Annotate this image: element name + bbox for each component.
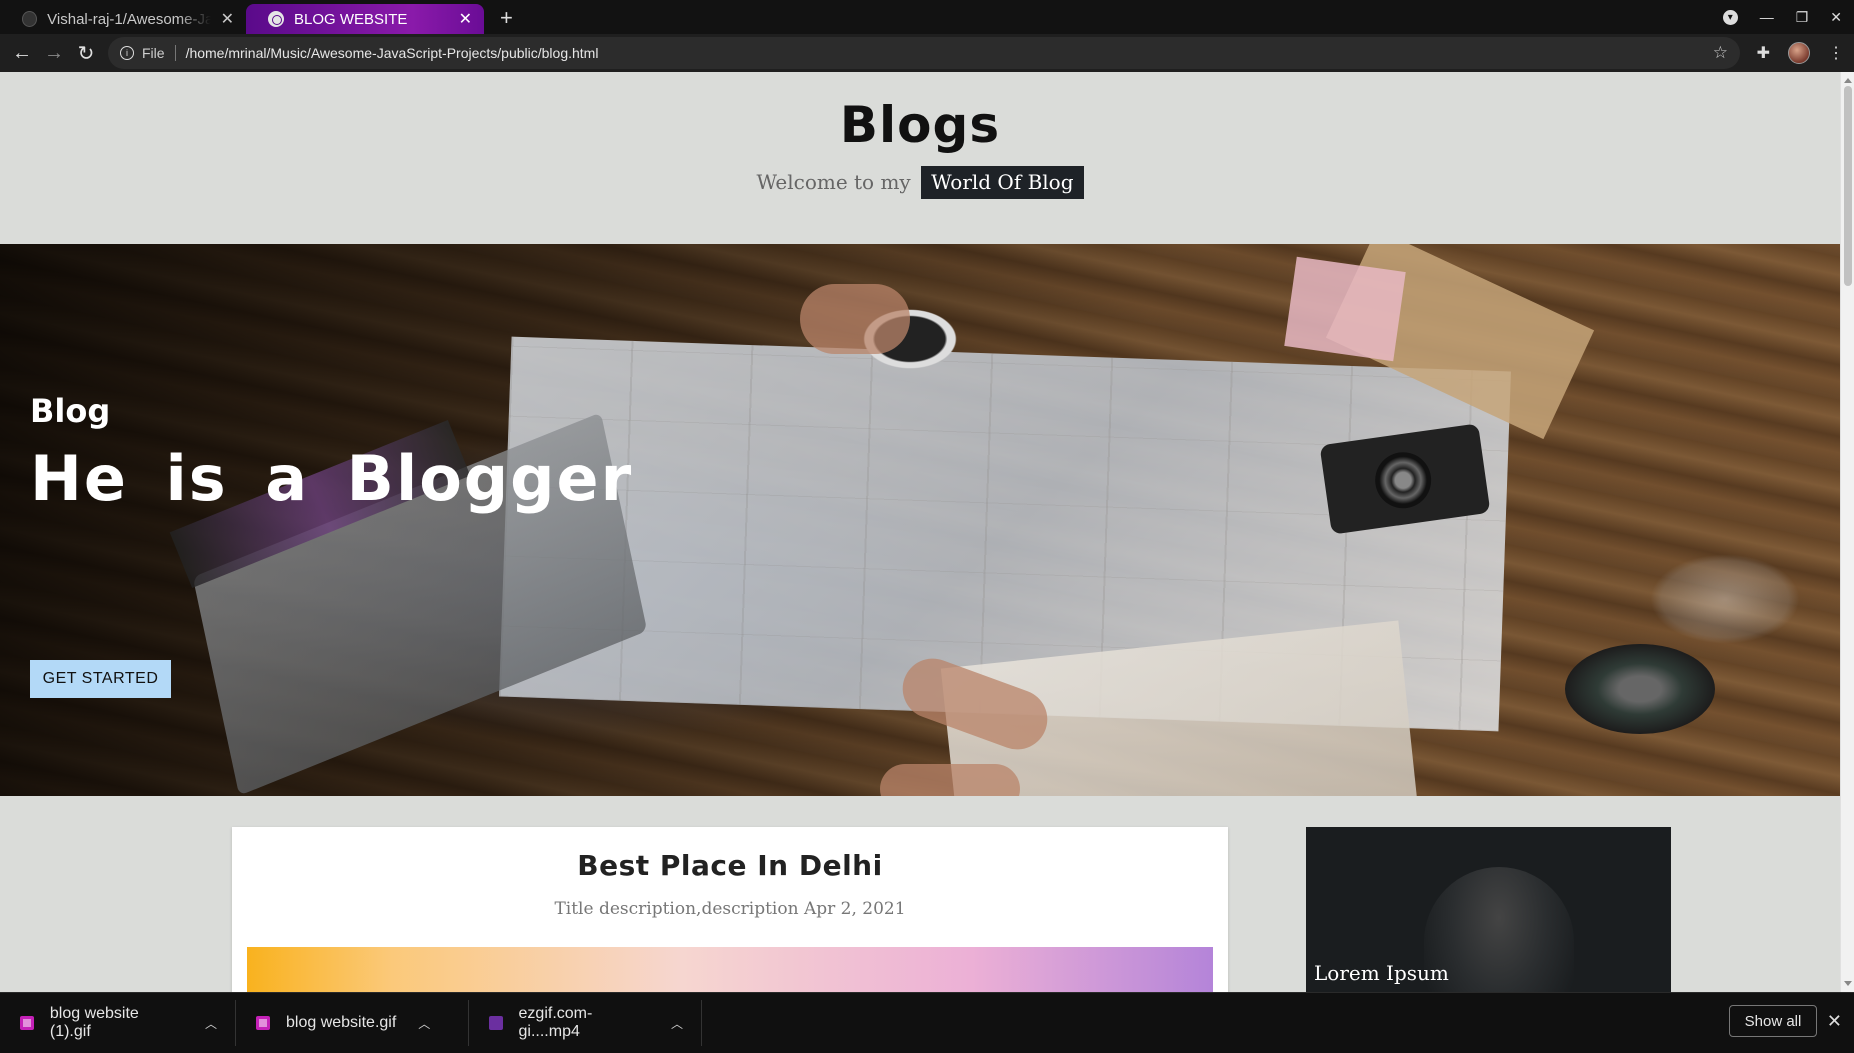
page-viewport: Blogs Welcome to my World Of Blog Blog H… [0,72,1854,992]
forward-arrow-icon[interactable]: → [38,42,70,65]
get-started-button[interactable]: GET STARTED [30,660,171,698]
minimize-icon[interactable]: — [1760,9,1774,25]
hero-glass-image [1650,554,1800,644]
page-title: Blogs [839,96,1001,154]
globe-icon [268,11,284,27]
video-file-icon [489,1016,503,1030]
tab-close-icon[interactable]: ✕ [459,9,472,29]
gif-file-icon [256,1016,270,1030]
hero-hand-image [800,284,910,354]
post-meta: Title description,description Apr 2, 202… [554,899,906,919]
window-controls: ▾ — ❐ ✕ [1722,0,1854,34]
subtitle-prefix: Welcome to my [756,170,911,194]
post-title[interactable]: Best Place In Delhi [232,849,1228,882]
downloads-shelf: blog website (1).gif ︿ blog website.gif … [0,992,1854,1053]
scroll-up-arrow-icon[interactable] [1844,78,1852,83]
tab-title: Vishal-raj-1/Awesome-JavaScript-Projects [47,10,211,28]
blog-post-card: Best Place In Delhi Title description,de… [232,827,1228,992]
tab-close-icon[interactable]: ✕ [221,9,234,29]
tab-title: BLOG WEBSITE [294,10,408,28]
sidebar-card-caption: Lorem Ipsum [1314,961,1449,985]
menu-kebab-icon[interactable]: ⋮ [1828,43,1844,63]
browser-toolbar: ← → ↻ i File /home/mrinal/Music/Awesome-… [0,34,1854,72]
download-item[interactable]: ezgif.com-gi....mp4 ︿ [469,1000,702,1046]
back-arrow-icon[interactable]: ← [6,42,38,65]
close-window-icon[interactable]: ✕ [1830,9,1842,26]
subtitle-highlight: World Of Blog [921,166,1084,199]
hero-banner: Blog He is a Blogger GET STARTED [0,244,1840,796]
site-header: Blogs Welcome to my World Of Blog [0,72,1840,244]
hero-eyebrow: Blog [30,392,111,430]
download-filename: blog website.gif [286,1014,397,1031]
download-filename: ezgif.com-gi....mp4 [518,1005,593,1040]
extensions-puzzle-icon[interactable]: ✚ [1757,43,1770,63]
gif-file-icon [20,1016,34,1030]
url-scheme: File [142,45,165,61]
bookmark-star-icon[interactable]: ☆ [1713,43,1728,63]
download-item[interactable]: blog website (1).gif ︿ [0,1000,236,1046]
divider [174,45,176,61]
hero-card-image [1284,256,1406,362]
github-icon [22,11,38,27]
page-subtitle: Welcome to my World Of Blog [0,166,1840,199]
info-icon[interactable]: i [120,46,134,60]
page-scrollbar[interactable] [1840,72,1854,992]
scroll-down-arrow-icon[interactable] [1844,981,1852,986]
post-image [247,947,1213,992]
chevron-up-icon[interactable]: ︿ [671,1015,683,1032]
tab-strip: Vishal-raj-1/Awesome-JavaScript-Projects… [0,0,1854,34]
tab-search-icon[interactable]: ▾ [1722,9,1738,25]
url-text[interactable]: /home/mrinal/Music/Awesome-JavaScript-Pr… [186,45,599,61]
toolbar-icons: ✚ ⋮ [1757,34,1844,72]
restore-icon[interactable]: ❐ [1796,9,1809,26]
show-all-button[interactable]: Show all [1729,1005,1817,1037]
hero-plant-image [1565,644,1715,734]
chevron-up-icon[interactable]: ︿ [418,1015,430,1032]
profile-avatar[interactable] [1788,42,1810,64]
address-bar[interactable]: i File /home/mrinal/Music/Awesome-JavaSc… [108,37,1740,69]
scrollbar-thumb[interactable] [1844,86,1852,286]
new-tab-icon[interactable]: + [500,4,513,34]
tab-github[interactable]: Vishal-raj-1/Awesome-JavaScript-Projects… [0,4,246,34]
sidebar-card: Lorem Ipsum [1306,827,1671,992]
reload-icon[interactable]: ↻ [70,41,102,66]
close-icon[interactable]: ✕ [1827,1011,1842,1032]
chevron-up-icon[interactable]: ︿ [205,1015,217,1032]
hero-hand-image [880,764,1020,796]
download-item[interactable]: blog website.gif ︿ [236,1000,469,1046]
hero-heading: He is a Blogger [30,442,634,515]
download-filename: blog website (1).gif [49,1005,139,1040]
tab-blog-website[interactable]: BLOG WEBSITE ✕ [246,4,484,34]
